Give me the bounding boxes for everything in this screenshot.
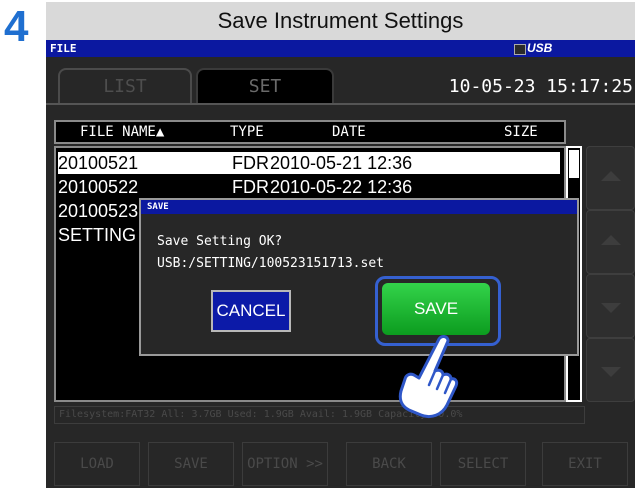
file-row-type: FDR xyxy=(232,177,269,197)
file-row-date: 2010-05-21 12:36 xyxy=(270,153,413,173)
column-type[interactable]: TYPE xyxy=(230,122,264,142)
file-row[interactable]: 20100521 FDR 2010-05-21 12:36 xyxy=(58,152,560,174)
usb-icon xyxy=(514,44,526,55)
file-list-header: FILE NAME▲ TYPE DATE SIZE xyxy=(54,120,566,144)
step-number: 4 xyxy=(4,2,29,51)
scroll-up-button[interactable] xyxy=(586,210,635,274)
scrollbar-thumb[interactable] xyxy=(569,150,579,178)
dialog-title: SAVE xyxy=(147,202,169,212)
file-row-name: 20100521 xyxy=(58,153,139,173)
tab-set[interactable]: SET xyxy=(196,68,334,104)
file-row[interactable]: 20100522 FDR 2010-05-22 12:36 xyxy=(58,176,560,198)
file-row-date: 2010-05-22 12:36 xyxy=(270,177,413,197)
dialog-message: Save Setting OK? xyxy=(157,234,283,249)
back-button[interactable]: BACK xyxy=(346,442,432,486)
dialog-save-button[interactable]: SAVE xyxy=(382,283,490,335)
filesystem-status: Filesystem:FAT32 All: 3.7GB Used: 1.9GB … xyxy=(54,406,585,424)
dialog-file-path: USB:/SETTING/100523151713.set xyxy=(157,256,384,271)
load-button[interactable]: LOAD xyxy=(54,442,140,486)
page-down-icon xyxy=(601,367,621,377)
usb-label: USB xyxy=(527,41,553,55)
scroll-down-button[interactable] xyxy=(586,274,635,338)
save-button[interactable]: SAVE xyxy=(148,442,234,486)
scroll-down-icon xyxy=(601,303,621,313)
select-button[interactable]: SELECT xyxy=(440,442,526,486)
exit-button[interactable]: EXIT xyxy=(542,442,628,486)
save-dialog: SAVE Save Setting OK? USB:/SETTING/10052… xyxy=(139,198,579,356)
column-file-name[interactable]: FILE NAME▲ xyxy=(80,122,164,142)
title-bar-label: FILE xyxy=(50,42,77,55)
instrument-screen: FILE USB LIST SET 10-05-23 15:17:25 FILE… xyxy=(46,40,635,488)
file-row-name: 20100522 xyxy=(58,177,139,197)
page-up-button[interactable] xyxy=(586,146,635,210)
title-bar: FILE USB xyxy=(46,40,635,57)
page-up-icon xyxy=(601,171,621,181)
file-row-type: FDR xyxy=(232,153,269,173)
banner-title: Save Instrument Settings xyxy=(46,2,635,40)
datetime-display: 10-05-23 15:17:25 xyxy=(448,76,633,97)
cancel-button[interactable]: CANCEL xyxy=(211,290,291,332)
file-row-name: SETTING xyxy=(58,225,137,245)
file-row-name: 20100523 xyxy=(58,201,139,221)
dialog-title-bar: SAVE xyxy=(141,200,577,214)
column-date[interactable]: DATE xyxy=(332,122,366,142)
scroll-up-icon xyxy=(601,235,621,245)
option-button[interactable]: OPTION >> xyxy=(242,442,328,486)
tab-divider xyxy=(46,103,635,105)
page-down-button[interactable] xyxy=(586,338,635,402)
usb-indicator: USB xyxy=(514,41,566,56)
pointing-hand-icon xyxy=(398,335,459,419)
tab-list[interactable]: LIST xyxy=(58,68,192,104)
column-size[interactable]: SIZE xyxy=(504,122,538,142)
